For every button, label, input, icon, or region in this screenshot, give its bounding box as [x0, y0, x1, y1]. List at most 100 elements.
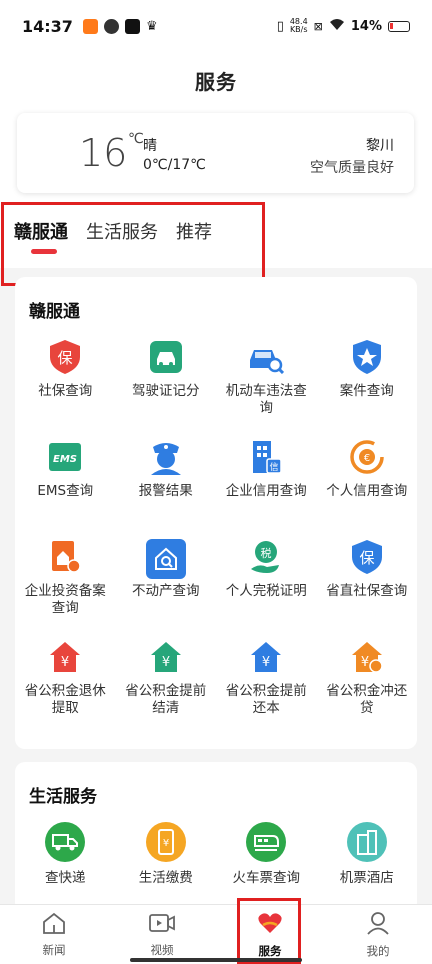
tabs-highlight-box — [1, 202, 265, 286]
fund-house-icon: ¥ — [148, 639, 184, 675]
item-label: 省公积金提前结清 — [125, 683, 207, 716]
service-real-estate[interactable]: 不动产查询 — [116, 539, 217, 631]
service-fund-retire-withdraw[interactable]: ¥ 省公积金退休提取 — [15, 639, 116, 731]
tiktok-icon — [124, 18, 140, 34]
video-icon — [149, 912, 175, 938]
item-label: 火车票查询 — [232, 870, 301, 886]
fund-house-icon: ¥ — [349, 639, 385, 675]
truck-icon — [45, 822, 86, 862]
service-case-query[interactable]: 案件查询 — [317, 339, 418, 431]
service-driver-license-points[interactable]: 驾驶证记分 — [116, 339, 217, 431]
weather-condition: 晴 — [143, 138, 157, 154]
shield-bao-icon: 保 — [47, 339, 83, 375]
net-speed: 48.4 KB/s — [290, 18, 308, 34]
status-right: ▯ 48.4 KB/s ⊠ 14% — [277, 18, 410, 35]
service-utility-payment[interactable]: ¥ 生活缴费 — [116, 822, 217, 887]
item-label: 省直社保查询 — [326, 583, 408, 599]
air-quality: 空气质量良好 — [310, 160, 394, 176]
battery-icon — [388, 20, 410, 32]
service-social-security[interactable]: 保 社保查询 — [15, 339, 116, 431]
nav-label: 我的 — [366, 943, 390, 958]
enterprise-credit-icon: 信 — [248, 439, 284, 475]
net-speed-unit: KB/s — [289, 25, 308, 34]
crown-icon: ♛ — [145, 18, 158, 34]
item-label: 企业投资备案查询 — [24, 583, 106, 616]
service-fund-loan-offset[interactable]: ¥ 省公积金冲还贷 — [317, 639, 418, 731]
svg-text:EMS: EMS — [53, 454, 77, 465]
user-icon — [366, 911, 390, 939]
temperature: 16 — [79, 131, 128, 175]
svg-text:税: 税 — [261, 546, 272, 560]
item-label: 企业信用查询 — [225, 483, 307, 499]
svg-text:信: 信 — [270, 461, 279, 473]
home-indicator[interactable] — [130, 958, 302, 962]
status-bar: 14:37 ♛ ▯ 48.4 KB/s ⊠ 14% — [0, 0, 432, 52]
page-title: 服务 — [195, 69, 237, 94]
life-service-grid: 查快递 ¥ 生活缴费 火车票查询 机票酒店 — [15, 822, 417, 887]
section-title: 生活服务 — [29, 787, 97, 807]
item-label: 驾驶证记分 — [132, 383, 200, 399]
ganfutong-section: 赣服通 保 社保查询 驾驶证记分 机动车违法查询 案件查询 EMS EMS查询 … — [15, 277, 417, 749]
car-license-icon — [148, 339, 184, 375]
svg-text:€: € — [364, 453, 370, 464]
service-investment-filing[interactable]: 企业投资备案查询 — [15, 539, 116, 631]
service-ems-query[interactable]: EMS EMS查询 — [15, 439, 116, 531]
service-fund-early-repay[interactable]: ¥ 省公积金提前还本 — [216, 639, 317, 731]
police-badge-icon — [349, 339, 385, 375]
service-tax-certificate[interactable]: 税 个人完税证明 — [216, 539, 317, 631]
svg-text:¥: ¥ — [162, 655, 170, 670]
svg-text:¥: ¥ — [361, 655, 369, 670]
vibrate-icon: ▯ — [276, 18, 284, 34]
nav-label: 视频 — [150, 942, 174, 957]
sim-off-icon: ⊠ — [313, 19, 323, 33]
police-officer-icon — [148, 439, 184, 475]
nav-news[interactable]: 新闻 — [0, 905, 108, 964]
cat-app-icon — [103, 18, 119, 34]
wifi-icon — [329, 18, 345, 35]
home-icon — [42, 912, 66, 938]
ems-icon: EMS — [47, 439, 83, 475]
status-app-icons: ♛ — [82, 18, 158, 34]
train-icon — [246, 822, 287, 862]
building-icon — [346, 822, 387, 862]
service-flight-hotel[interactable]: 机票酒店 — [317, 822, 418, 887]
item-label: 生活缴费 — [138, 870, 193, 886]
temperature-range: 0℃/17℃ — [143, 157, 206, 173]
item-label: 个人完税证明 — [225, 583, 307, 599]
service-provincial-social-security[interactable]: 保 省直社保查询 — [317, 539, 418, 631]
temperature-unit: ℃ — [128, 131, 144, 147]
item-label: EMS查询 — [37, 483, 94, 499]
phone-payment-icon: ¥ — [145, 822, 186, 862]
real-estate-icon — [145, 539, 186, 579]
service-express-query[interactable]: 查快递 — [15, 822, 116, 887]
nav-label: 新闻 — [42, 942, 66, 957]
item-label: 机票酒店 — [339, 870, 394, 886]
battery-level: 14% — [350, 18, 382, 34]
shield-bao-icon: 保 — [349, 539, 385, 575]
nav-highlight-box — [237, 898, 301, 964]
service-alarm-result[interactable]: 报警结果 — [116, 439, 217, 531]
item-label: 省公积金退休提取 — [24, 683, 106, 716]
svg-text:¥: ¥ — [262, 655, 270, 670]
taobao-icon — [82, 18, 98, 34]
service-fund-early-settle[interactable]: ¥ 省公积金提前结清 — [116, 639, 217, 731]
nav-video[interactable]: 视频 — [108, 905, 216, 964]
item-label: 报警结果 — [138, 483, 193, 499]
city-name: 黎川 — [366, 138, 394, 154]
nav-mine[interactable]: 我的 — [324, 905, 432, 964]
service-vehicle-violation[interactable]: 机动车违法查询 — [216, 339, 317, 431]
weather-card[interactable]: 16 ℃ 晴 0℃/17℃ 黎川 空气质量良好 — [17, 113, 414, 193]
item-label: 机动车违法查询 — [225, 383, 307, 416]
fund-house-icon: ¥ — [47, 639, 83, 675]
status-time: 14:37 — [22, 16, 73, 36]
service-personal-credit[interactable]: € 个人信用查询 — [317, 439, 418, 531]
service-enterprise-credit[interactable]: 信 企业信用查询 — [216, 439, 317, 531]
car-search-icon — [248, 339, 285, 375]
service-train-ticket[interactable]: 火车票查询 — [216, 822, 317, 887]
investment-icon — [47, 539, 83, 575]
item-label: 个人信用查询 — [326, 483, 408, 499]
item-label: 案件查询 — [339, 383, 394, 399]
fund-house-icon: ¥ — [248, 639, 284, 675]
life-service-section: 生活服务 查快递 ¥ 生活缴费 火车票查询 机票酒店 — [15, 762, 417, 912]
ganfutong-grid: 保 社保查询 驾驶证记分 机动车违法查询 案件查询 EMS EMS查询 报警结果… — [15, 339, 417, 731]
